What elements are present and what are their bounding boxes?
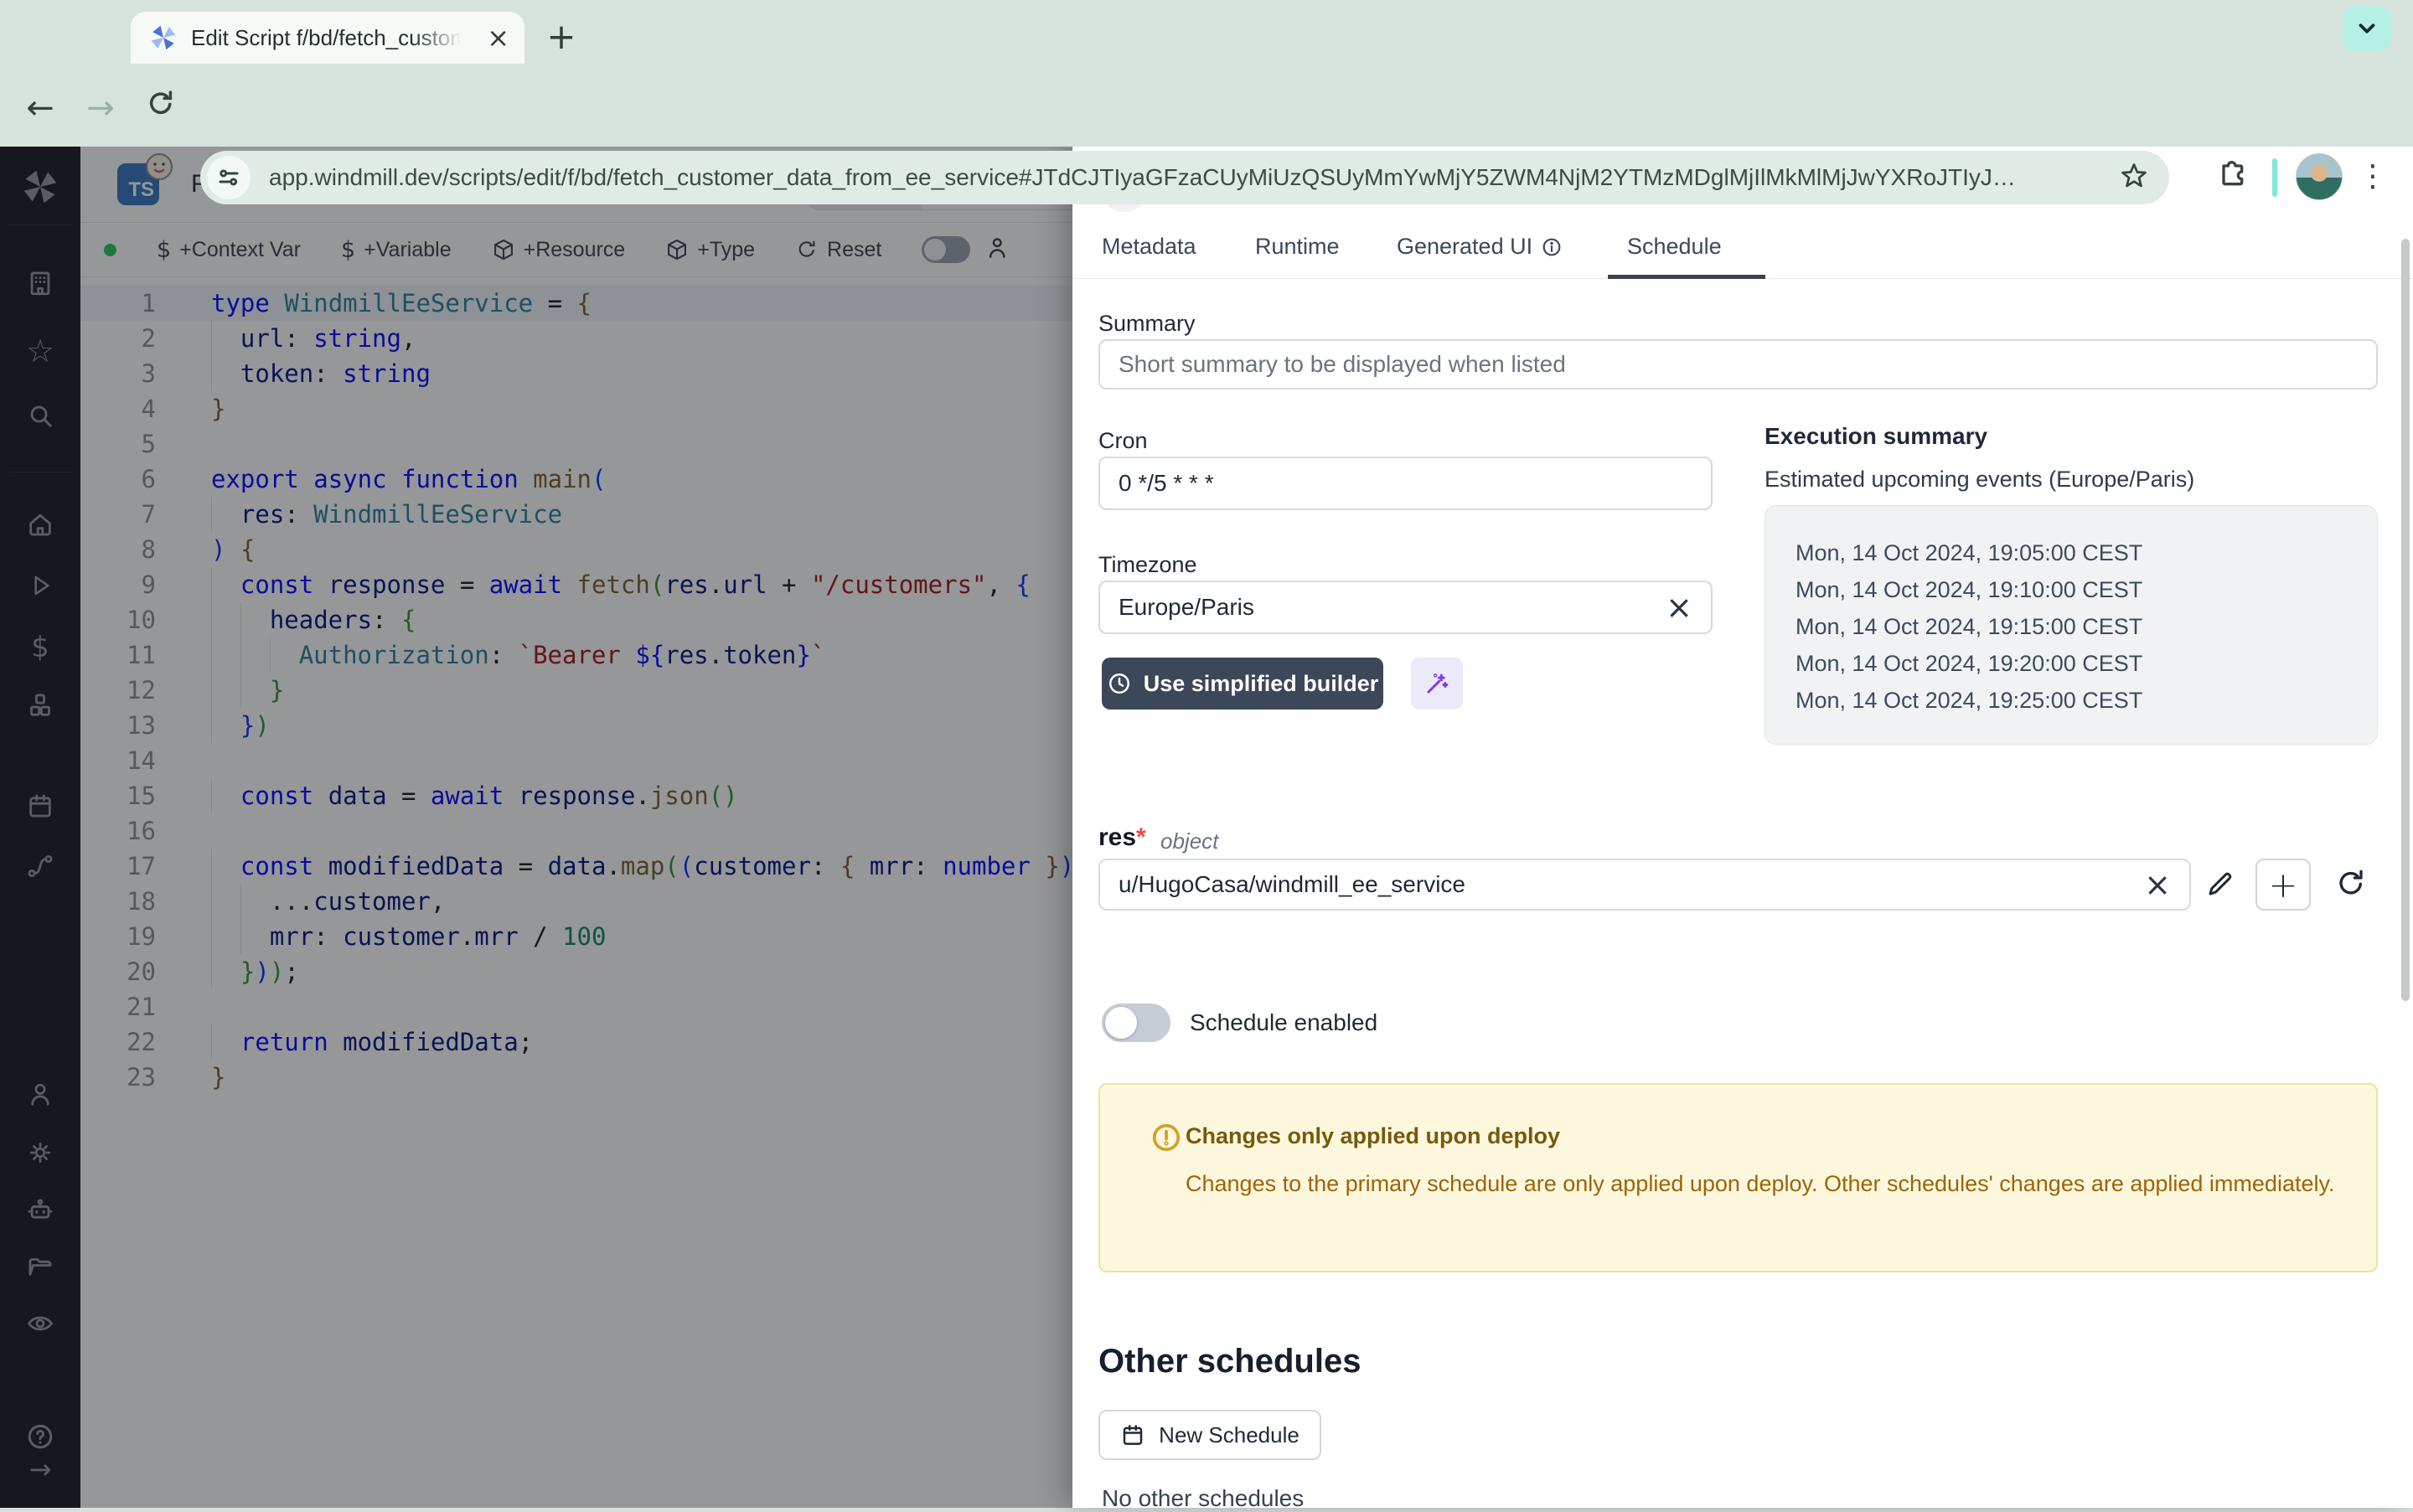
toolbar-separator — [2272, 158, 2277, 197]
edit-resource-pencil-icon[interactable] — [2205, 869, 2235, 899]
tab-generated-ui[interactable]: Generated UI — [1397, 234, 1563, 260]
tab-strip: Edit Script f/bd/fetch_custom × + — [0, 0, 2413, 70]
timezone-input[interactable]: Europe/Paris × — [1098, 581, 1713, 634]
refresh-resource-icon[interactable] — [2334, 867, 2368, 900]
clear-resource-icon[interactable]: × — [2144, 869, 2171, 900]
no-other-schedules-text: No other schedules — [1102, 1485, 1304, 1512]
window-chevron-button[interactable] — [2343, 6, 2391, 51]
summary-label: Summary — [1098, 311, 1196, 337]
site-settings-icon[interactable] — [207, 156, 251, 199]
warning-title: Changes only applied upon deploy — [1186, 1123, 1560, 1149]
new-schedule-button[interactable]: New Schedule — [1098, 1410, 1321, 1460]
tab-generated-ui-label: Generated UI — [1397, 234, 1532, 260]
windmill-favicon — [149, 23, 178, 52]
magic-wand-icon — [1424, 670, 1450, 697]
res-arg-type: object — [1160, 828, 1218, 854]
upcoming-event-row: Mon, 14 Oct 2024, 19:20:00 CEST — [1796, 645, 2377, 682]
browser-chrome: Edit Script f/bd/fetch_custom × + ← → ap… — [0, 0, 2413, 147]
execution-summary-title: Execution summary — [1765, 423, 1987, 450]
active-tab-underline — [1608, 275, 1765, 279]
browser-tab[interactable]: Edit Script f/bd/fetch_custom × — [131, 12, 524, 64]
calendar-icon — [1120, 1422, 1145, 1447]
url-bar[interactable]: app.windmill.dev/scripts/edit/f/bd/fetch… — [200, 151, 2169, 204]
timezone-label: Timezone — [1098, 552, 1197, 578]
cron-label: Cron — [1098, 428, 1148, 454]
tab-runtime[interactable]: Runtime — [1255, 234, 1340, 260]
new-tab-button[interactable]: + — [543, 20, 580, 57]
extensions-icon[interactable] — [2215, 153, 2249, 191]
upcoming-event-row: Mon, 14 Oct 2024, 19:15:00 CEST — [1796, 608, 2377, 645]
clock-icon — [1107, 671, 1132, 696]
cron-value: 0 */5 * * * — [1119, 470, 1214, 497]
back-button[interactable]: ← — [15, 89, 65, 127]
builder-button-label: Use simplified builder — [1144, 671, 1379, 697]
cron-input[interactable]: 0 */5 * * * — [1098, 457, 1713, 510]
windmill-app: ☆ $ — [0, 147, 2413, 1508]
schedule-enabled-label: Schedule enabled — [1190, 1009, 1377, 1036]
settings-drawer: × Settings Metadata Runtime Generated UI… — [1072, 147, 2413, 1508]
tab-metadata[interactable]: Metadata — [1102, 234, 1196, 260]
clear-timezone-icon[interactable]: × — [1666, 591, 1692, 623]
execution-summary-subtitle: Estimated upcoming events (Europe/Paris) — [1765, 467, 2194, 493]
profile-avatar[interactable] — [2296, 153, 2343, 200]
timezone-value: Europe/Paris — [1119, 594, 1254, 621]
add-resource-plus-button[interactable]: + — [2255, 859, 2311, 911]
drawer-backdrop[interactable] — [0, 147, 1072, 1508]
resource-input[interactable]: u/HugoCasa/windmill_ee_service × — [1098, 859, 2191, 911]
res-arg-name: res* — [1098, 823, 1146, 852]
tab-title-fade — [412, 28, 462, 62]
upcoming-events-box: Mon, 14 Oct 2024, 19:05:00 CESTMon, 14 O… — [1765, 505, 2378, 745]
settings-tabs: Metadata Runtime Generated UI Schedule — [1072, 227, 2413, 279]
warning-icon — [1150, 1122, 1182, 1158]
drawer-scrollbar[interactable] — [2401, 239, 2410, 1001]
other-schedules-title: Other schedules — [1098, 1343, 1361, 1380]
summary-input[interactable]: Short summary to be displayed when liste… — [1098, 339, 2378, 390]
upcoming-event-row: Mon, 14 Oct 2024, 19:10:00 CEST — [1796, 571, 2377, 608]
deploy-warning-box: Changes only applied upon deploy Changes… — [1098, 1083, 2378, 1272]
tab-close-icon[interactable]: × — [487, 24, 509, 51]
tab-schedule-label: Schedule — [1627, 234, 1722, 260]
tab-schedule[interactable]: Schedule — [1627, 234, 1722, 260]
new-schedule-label: New Schedule — [1159, 1422, 1300, 1448]
upcoming-event-row: Mon, 14 Oct 2024, 19:05:00 CEST — [1796, 534, 2377, 571]
schedule-enabled-toggle[interactable] — [1102, 1004, 1170, 1042]
required-asterisk: * — [1136, 823, 1146, 851]
upcoming-event-row: Mon, 14 Oct 2024, 19:25:00 CEST — [1796, 682, 2377, 719]
summary-placeholder: Short summary to be displayed when liste… — [1119, 351, 1566, 378]
url-text[interactable]: app.windmill.dev/scripts/edit/f/bd/fetch… — [269, 164, 2104, 191]
use-simplified-builder-button[interactable]: Use simplified builder — [1102, 658, 1383, 710]
ai-wand-button[interactable] — [1411, 658, 1463, 710]
warning-body: Changes to the primary schedule are only… — [1186, 1167, 2342, 1201]
forward-button[interactable]: → — [75, 89, 126, 127]
reload-button[interactable] — [136, 88, 186, 128]
bookmark-star-icon[interactable] — [2119, 161, 2149, 195]
browser-toolbar: ← → app.windmill.dev/scripts/edit/f/bd/f… — [0, 70, 2413, 147]
tab-metadata-label: Metadata — [1102, 234, 1196, 260]
chevron-down-icon — [2354, 16, 2379, 41]
resource-value: u/HugoCasa/windmill_ee_service — [1119, 871, 1465, 898]
info-icon — [1541, 236, 1563, 258]
toggle-knob — [1105, 1007, 1137, 1039]
browser-menu-icon[interactable]: ⋮ — [2358, 157, 2388, 197]
tab-runtime-label: Runtime — [1255, 234, 1340, 260]
